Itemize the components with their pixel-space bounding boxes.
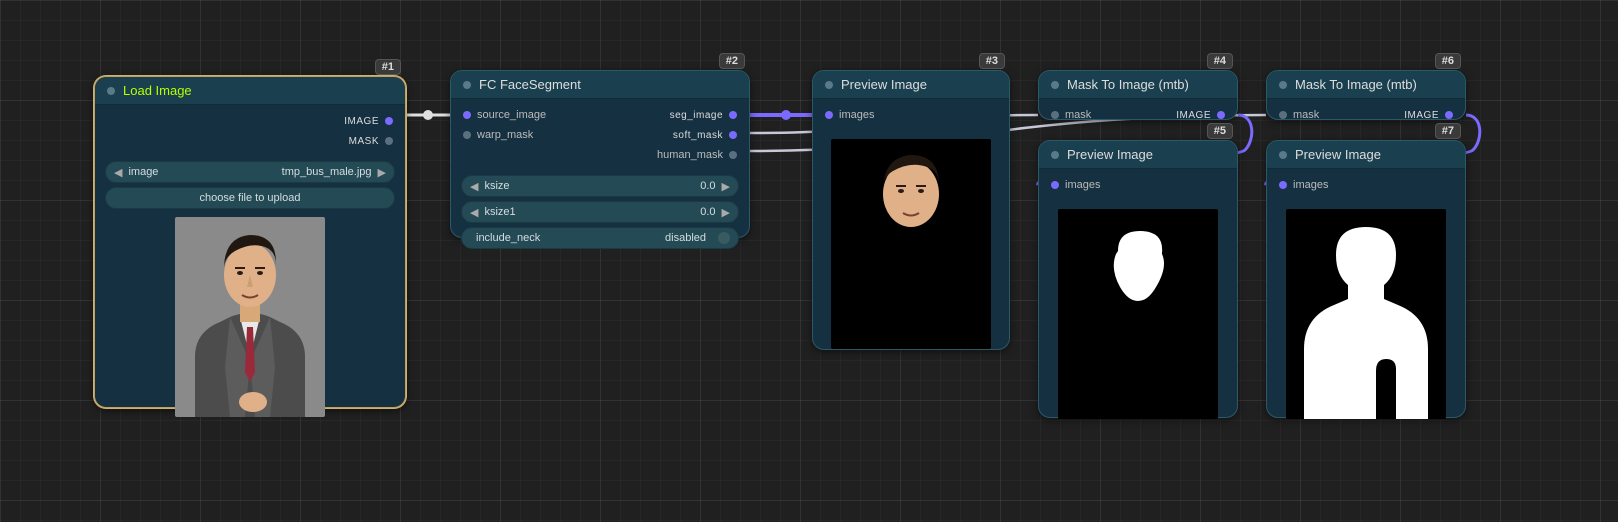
node-badge: #2 [719, 53, 745, 69]
node-badge: #1 [375, 59, 401, 75]
chevron-right-icon[interactable]: ▶ [722, 206, 730, 219]
node-mask-to-image-2[interactable]: #6 Mask To Image (mtb) mask IMAGE [1266, 70, 1466, 120]
node-titlebar[interactable]: Preview Image [1039, 141, 1237, 169]
chevron-left-icon[interactable]: ◀ [114, 166, 122, 179]
node-title: Mask To Image (mtb) [1295, 77, 1417, 92]
chevron-left-icon[interactable]: ◀ [470, 180, 478, 193]
node-titlebar[interactable]: Load Image [95, 77, 405, 105]
widget-value: tmp_bus_male.jpg [282, 166, 372, 178]
collapse-dot-icon[interactable] [1279, 81, 1287, 89]
collapse-dot-icon[interactable] [825, 81, 833, 89]
collapse-dot-icon[interactable] [1279, 151, 1287, 159]
ksize-field[interactable]: ◀ ksize 0.0 ▶ [461, 175, 739, 197]
node-badge: #6 [1435, 53, 1461, 69]
node-titlebar[interactable]: Preview Image [813, 71, 1009, 99]
preview-human-mask [1277, 209, 1455, 419]
node-badge: #5 [1207, 123, 1233, 139]
output-slot-image[interactable]: IMAGE [1176, 105, 1225, 125]
port-icon [1051, 111, 1059, 119]
port-icon [1279, 111, 1287, 119]
node-title: Mask To Image (mtb) [1067, 77, 1189, 92]
port-icon [729, 151, 737, 159]
node-preview-image-2[interactable]: #5 Preview Image images [1038, 140, 1238, 418]
collapse-dot-icon[interactable] [1051, 81, 1059, 89]
port-icon [1445, 111, 1453, 119]
node-mask-to-image-1[interactable]: #4 Mask To Image (mtb) mask IMAGE [1038, 70, 1238, 120]
output-slot-human-mask[interactable]: human_mask [451, 145, 749, 165]
output-slot-mask[interactable]: MASK [95, 131, 405, 151]
ksize1-field[interactable]: ◀ ksize1 0.0 ▶ [461, 201, 739, 223]
chevron-right-icon[interactable]: ▶ [722, 180, 730, 193]
node-title: Preview Image [1295, 147, 1381, 162]
port-icon [385, 117, 393, 125]
port-icon [1217, 111, 1225, 119]
collapse-dot-icon[interactable] [1051, 151, 1059, 159]
port-icon [463, 111, 471, 119]
node-titlebar[interactable]: FC FaceSegment [451, 71, 749, 99]
port-icon [385, 137, 393, 145]
collapse-dot-icon[interactable] [107, 87, 115, 95]
port-icon [1279, 181, 1287, 189]
preview-soft-mask [1049, 209, 1227, 419]
node-titlebar[interactable]: Mask To Image (mtb) [1267, 71, 1465, 99]
port-icon [463, 131, 471, 139]
include-neck-toggle[interactable]: include_neck disabled [461, 227, 739, 249]
node-fc-facesegment[interactable]: #2 FC FaceSegment source_image seg_image… [450, 70, 750, 238]
output-slot-image[interactable]: IMAGE [95, 111, 405, 131]
output-slot-soft-mask[interactable]: soft_mask [673, 125, 737, 145]
chevron-right-icon[interactable]: ▶ [378, 166, 386, 179]
chevron-left-icon[interactable]: ◀ [470, 206, 478, 219]
output-slot-image[interactable]: IMAGE [1404, 105, 1453, 125]
toggle-off-icon [718, 232, 730, 244]
input-slot-images[interactable]: images [1267, 175, 1465, 195]
node-titlebar[interactable]: Preview Image [1267, 141, 1465, 169]
output-slot-seg-image[interactable]: seg_image [670, 105, 737, 125]
node-titlebar[interactable]: Mask To Image (mtb) [1039, 71, 1237, 99]
image-preview [105, 217, 395, 417]
widget-label: image [128, 166, 158, 178]
node-title: Preview Image [1067, 147, 1153, 162]
preview-seg-image [823, 139, 999, 349]
upload-button[interactable]: choose file to upload [105, 187, 395, 209]
port-icon [1051, 181, 1059, 189]
port-icon [825, 111, 833, 119]
input-slot-images[interactable]: images [813, 105, 1009, 125]
collapse-dot-icon[interactable] [463, 81, 471, 89]
node-title: Preview Image [841, 77, 927, 92]
node-badge: #3 [979, 53, 1005, 69]
node-badge: #4 [1207, 53, 1233, 69]
node-load-image[interactable]: #1 Load Image IMAGE MASK ◀ image tmp_bus… [94, 76, 406, 408]
node-title: FC FaceSegment [479, 77, 581, 92]
port-icon [729, 131, 737, 139]
node-preview-image-1[interactable]: #3 Preview Image images [812, 70, 1010, 350]
image-selector[interactable]: ◀ image tmp_bus_male.jpg ▶ [105, 161, 395, 183]
node-badge: #7 [1435, 123, 1461, 139]
node-title: Load Image [123, 83, 192, 98]
port-icon [729, 111, 737, 119]
input-slot-images[interactable]: images [1039, 175, 1237, 195]
node-preview-image-3[interactable]: #7 Preview Image images [1266, 140, 1466, 418]
